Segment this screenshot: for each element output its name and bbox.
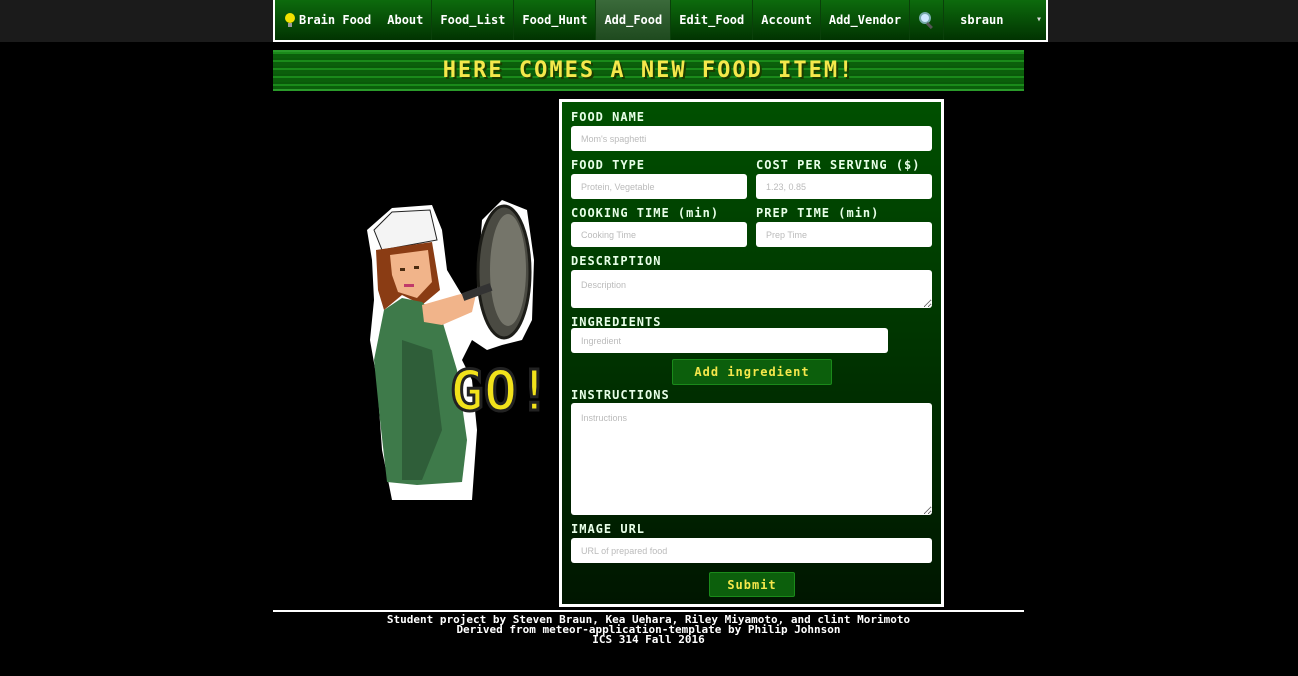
page-banner: HERE COMES A NEW FOOD ITEM! [273,50,1024,91]
footer: Student project by Steven Braun, Kea Ueh… [273,614,1024,646]
description-label: DESCRIPTION [571,254,662,268]
cost-input[interactable] [756,174,932,199]
footer-course: ICS 314 Fall 2016 [592,633,705,646]
ingredients-label: INGREDIENTS [571,315,662,329]
magnifier-icon [918,12,933,29]
nav-item-edit-food[interactable]: Edit_Food [671,0,754,40]
add-ingredient-button[interactable]: Add ingredient [672,359,832,385]
image-url-label: IMAGE URL [571,522,646,536]
navbar: Brain Food About Food_List Food_Hunt Add… [273,0,1048,42]
cooking-time-input[interactable] [571,222,747,247]
chevron-down-icon[interactable]: ▾ [1036,14,1042,25]
nav-item-add-vendor[interactable]: Add_Vendor [821,0,911,40]
page-title: HERE COMES A NEW FOOD ITEM! [442,58,855,83]
chef-illustration: GO! [367,200,542,500]
nav-item-about[interactable]: About [379,0,433,40]
cost-label: COST PER SERVING ($) [756,158,921,172]
brand-label: Brain Food [299,13,372,27]
prep-time-input[interactable] [756,222,932,247]
image-url-input[interactable] [571,538,932,563]
cooking-time-label: COOKING TIME (min) [571,206,720,220]
go-caption: GO! [450,359,542,424]
ingredient-input[interactable] [571,328,888,353]
nav-item-food-list[interactable]: Food_List [432,0,515,40]
nav-item-account[interactable]: Account [753,0,821,40]
add-food-form: FOOD NAME FOOD TYPE COST PER SERVING ($)… [559,99,944,607]
instructions-textarea[interactable] [571,403,932,515]
nav-item-add-food[interactable]: Add_Food [596,0,672,40]
food-name-label: FOOD NAME [571,110,646,124]
food-name-input[interactable] [571,126,932,151]
lightbulb-icon [285,13,295,27]
search-button[interactable] [910,0,945,40]
user-menu[interactable]: sbraun [944,0,1013,40]
brand-link[interactable]: Brain Food [275,0,379,40]
submit-button[interactable]: Submit [709,572,795,597]
prep-time-label: PREP TIME (min) [756,206,880,220]
instructions-label: INSTRUCTIONS [571,388,670,402]
footer-divider [273,610,1024,612]
nav-item-food-hunt[interactable]: Food_Hunt [514,0,597,40]
food-type-label: FOOD TYPE [571,158,646,172]
food-type-input[interactable] [571,174,747,199]
description-textarea[interactable] [571,270,932,308]
